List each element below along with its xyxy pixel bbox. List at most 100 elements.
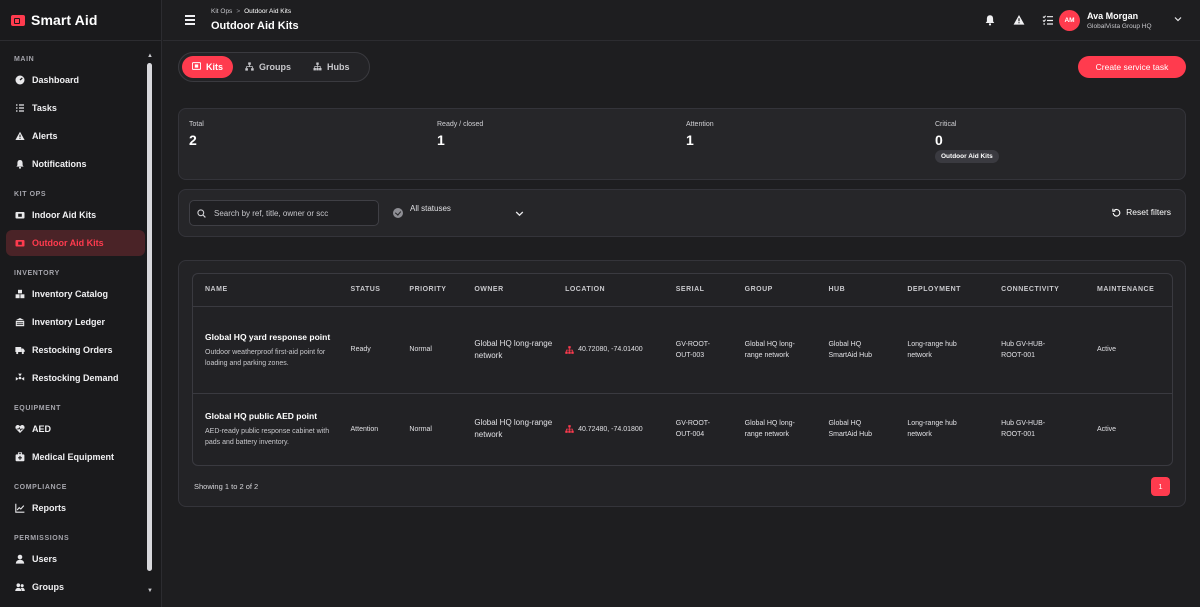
cell-hub: Global HQ SmartAid Hub xyxy=(816,306,896,394)
sidebar-item-reports[interactable]: Reports xyxy=(6,495,145,521)
column-header-connectivity[interactable]: CONNECTIVITY xyxy=(989,274,1086,307)
column-header-status[interactable]: STATUS xyxy=(338,274,398,307)
breadcrumb-parent[interactable]: Kit Ops xyxy=(211,8,232,15)
sidebar-scroll-up-icon[interactable]: ▲ xyxy=(146,53,154,59)
sidebar-item-label: Inventory Catalog xyxy=(32,289,109,299)
sidebar-item-notifications[interactable]: Notifications xyxy=(6,151,145,177)
warning-icon xyxy=(15,131,25,141)
table-row[interactable]: Global HQ yard response point Outdoor we… xyxy=(193,306,1172,394)
location-network-icon xyxy=(565,425,574,434)
gauge-icon xyxy=(15,75,25,85)
brand[interactable]: Smart Aid xyxy=(0,0,161,41)
nav-section-kit-ops: KIT OPS xyxy=(14,191,47,198)
sidebar-item-restocking-orders[interactable]: Restocking Orders xyxy=(6,337,145,363)
table-header-row: NAME STATUS PRIORITY OWNER LOCATION SERI… xyxy=(193,274,1172,307)
sidebar-item-tasks[interactable]: Tasks xyxy=(6,95,145,121)
column-header-serial[interactable]: SERIAL xyxy=(663,274,733,307)
sidebar-item-alerts[interactable]: Alerts xyxy=(6,123,145,149)
bell-icon[interactable] xyxy=(984,14,996,26)
check-circle-icon xyxy=(393,208,403,218)
pagination-page-1[interactable]: 1 xyxy=(1151,477,1170,496)
sidebar-item-groups[interactable]: Groups xyxy=(6,574,145,600)
sidebar-item-restocking-demand[interactable]: Restocking Demand xyxy=(6,365,145,391)
sidebar-item-inventory-catalog[interactable]: Inventory Catalog xyxy=(6,281,145,307)
cell-priority: Normal xyxy=(409,425,432,433)
sidebar-item-label: Tasks xyxy=(32,103,57,113)
nav-section-inventory: INVENTORY xyxy=(14,270,60,277)
search-input[interactable] xyxy=(214,208,374,218)
stat-label: Critical xyxy=(935,121,957,128)
sidebar-item-label: Outdoor Aid Kits xyxy=(32,238,104,248)
cell-maintenance: Active xyxy=(1097,425,1117,433)
column-header-maintenance[interactable]: MAINTENANCE xyxy=(1085,274,1172,307)
warning-icon[interactable] xyxy=(1013,14,1025,26)
nav-section-compliance: COMPLIANCE xyxy=(14,484,68,491)
user-icon xyxy=(15,554,25,564)
nav-section-permissions: PERMISSIONS xyxy=(14,535,70,542)
tab-kits[interactable]: Kits xyxy=(182,56,234,78)
sidebar-item-medical-equipment[interactable]: Medical Equipment xyxy=(6,444,145,470)
kit-name[interactable]: Global HQ yard response point xyxy=(205,331,339,344)
user-organization: GlobalVista Group HQ xyxy=(1087,23,1152,30)
column-header-location[interactable]: LOCATION xyxy=(553,274,664,307)
avatar[interactable]: AM xyxy=(1059,10,1080,31)
demand-icon xyxy=(15,373,25,383)
network-icon xyxy=(245,61,254,73)
heart-pulse-icon xyxy=(15,424,25,434)
sidebar-item-dashboard[interactable]: Dashboard xyxy=(6,67,145,93)
chevron-down-icon[interactable] xyxy=(1174,15,1182,23)
sidebar-item-indoor-aid-kits[interactable]: Indoor Aid Kits xyxy=(6,202,145,228)
sidebar-item-label: Restocking Orders xyxy=(32,345,113,355)
sidebar-item-users[interactable]: Users xyxy=(6,546,145,572)
kits-table-card: NAME STATUS PRIORITY OWNER LOCATION SERI… xyxy=(178,260,1186,507)
cell-owner: Global HQ long-range network xyxy=(474,418,553,440)
column-header-group[interactable]: GROUP xyxy=(732,274,817,307)
stat-attention: Attention 1 xyxy=(686,121,714,148)
location-coordinates: 40.72080, -74.01400 xyxy=(578,346,643,353)
critical-category-chip[interactable]: Outdoor Aid Kits xyxy=(935,150,999,163)
tab-groups[interactable]: Groups xyxy=(235,56,301,78)
kit-name[interactable]: Global HQ public AED point xyxy=(205,410,339,423)
reset-icon xyxy=(1112,208,1121,217)
sidebar-item-label: Alerts xyxy=(32,131,58,141)
column-header-priority[interactable]: PRIORITY xyxy=(397,274,463,307)
truck-icon xyxy=(15,345,25,355)
sidebar-scrollbar[interactable] xyxy=(147,63,152,571)
cell-connectivity: Hub GV-HUB-ROOT-001 xyxy=(1001,420,1046,439)
sidebar-item-label: Users xyxy=(32,554,58,564)
sidebar-item-inventory-ledger[interactable]: Inventory Ledger xyxy=(6,309,145,335)
sidebar-item-label: AED xyxy=(32,424,52,434)
menu-toggle-icon[interactable] xyxy=(185,15,195,25)
sidebar-item-label: Reports xyxy=(32,503,67,513)
location-link[interactable]: 40.72080, -74.01400 xyxy=(565,344,664,355)
table-row[interactable]: Global HQ public AED point AED-ready pub… xyxy=(193,393,1172,465)
reset-filters-button[interactable]: Reset filters xyxy=(1112,207,1171,217)
chevron-down-icon xyxy=(515,211,524,217)
stat-label: Attention xyxy=(686,121,714,128)
tab-label: Hubs xyxy=(327,62,350,72)
sidebar-item-outdoor-aid-kits[interactable]: Outdoor Aid Kits xyxy=(6,230,145,256)
column-header-name[interactable]: NAME xyxy=(193,274,339,307)
create-service-task-button[interactable]: Create service task xyxy=(1078,56,1186,78)
kit-description: AED-ready public response cabinet with p… xyxy=(205,428,330,447)
kits-table-wrapper: NAME STATUS PRIORITY OWNER LOCATION SERI… xyxy=(192,273,1173,466)
cell-deployment: Long-range hub network xyxy=(895,306,990,394)
sidebar-item-aed[interactable]: AED xyxy=(6,416,145,442)
chart-line-icon xyxy=(15,503,25,513)
tasks-icon[interactable] xyxy=(1042,14,1054,26)
column-header-hub[interactable]: HUB xyxy=(816,274,896,307)
column-header-owner[interactable]: OWNER xyxy=(462,274,554,307)
stat-label: Ready / closed xyxy=(437,121,484,128)
nav-section-equipment: EQUIPMENT xyxy=(14,405,62,412)
status-filter-select[interactable]: All statuses xyxy=(393,202,528,224)
first-aid-kit-logo-icon xyxy=(11,14,25,26)
cell-serial: GV-ROOT-OUT-003 xyxy=(663,306,733,394)
stat-value: 1 xyxy=(437,132,445,148)
search-box[interactable] xyxy=(189,200,379,226)
user-name[interactable]: Ava Morgan xyxy=(1087,11,1138,21)
tab-hubs[interactable]: Hubs xyxy=(303,56,360,78)
sidebar-scroll-down-icon[interactable]: ▼ xyxy=(146,588,154,594)
location-link[interactable]: 40.72480, -74.01800 xyxy=(565,424,664,435)
column-header-deployment[interactable]: DEPLOYMENT xyxy=(895,274,990,307)
kit-icon xyxy=(15,210,25,220)
